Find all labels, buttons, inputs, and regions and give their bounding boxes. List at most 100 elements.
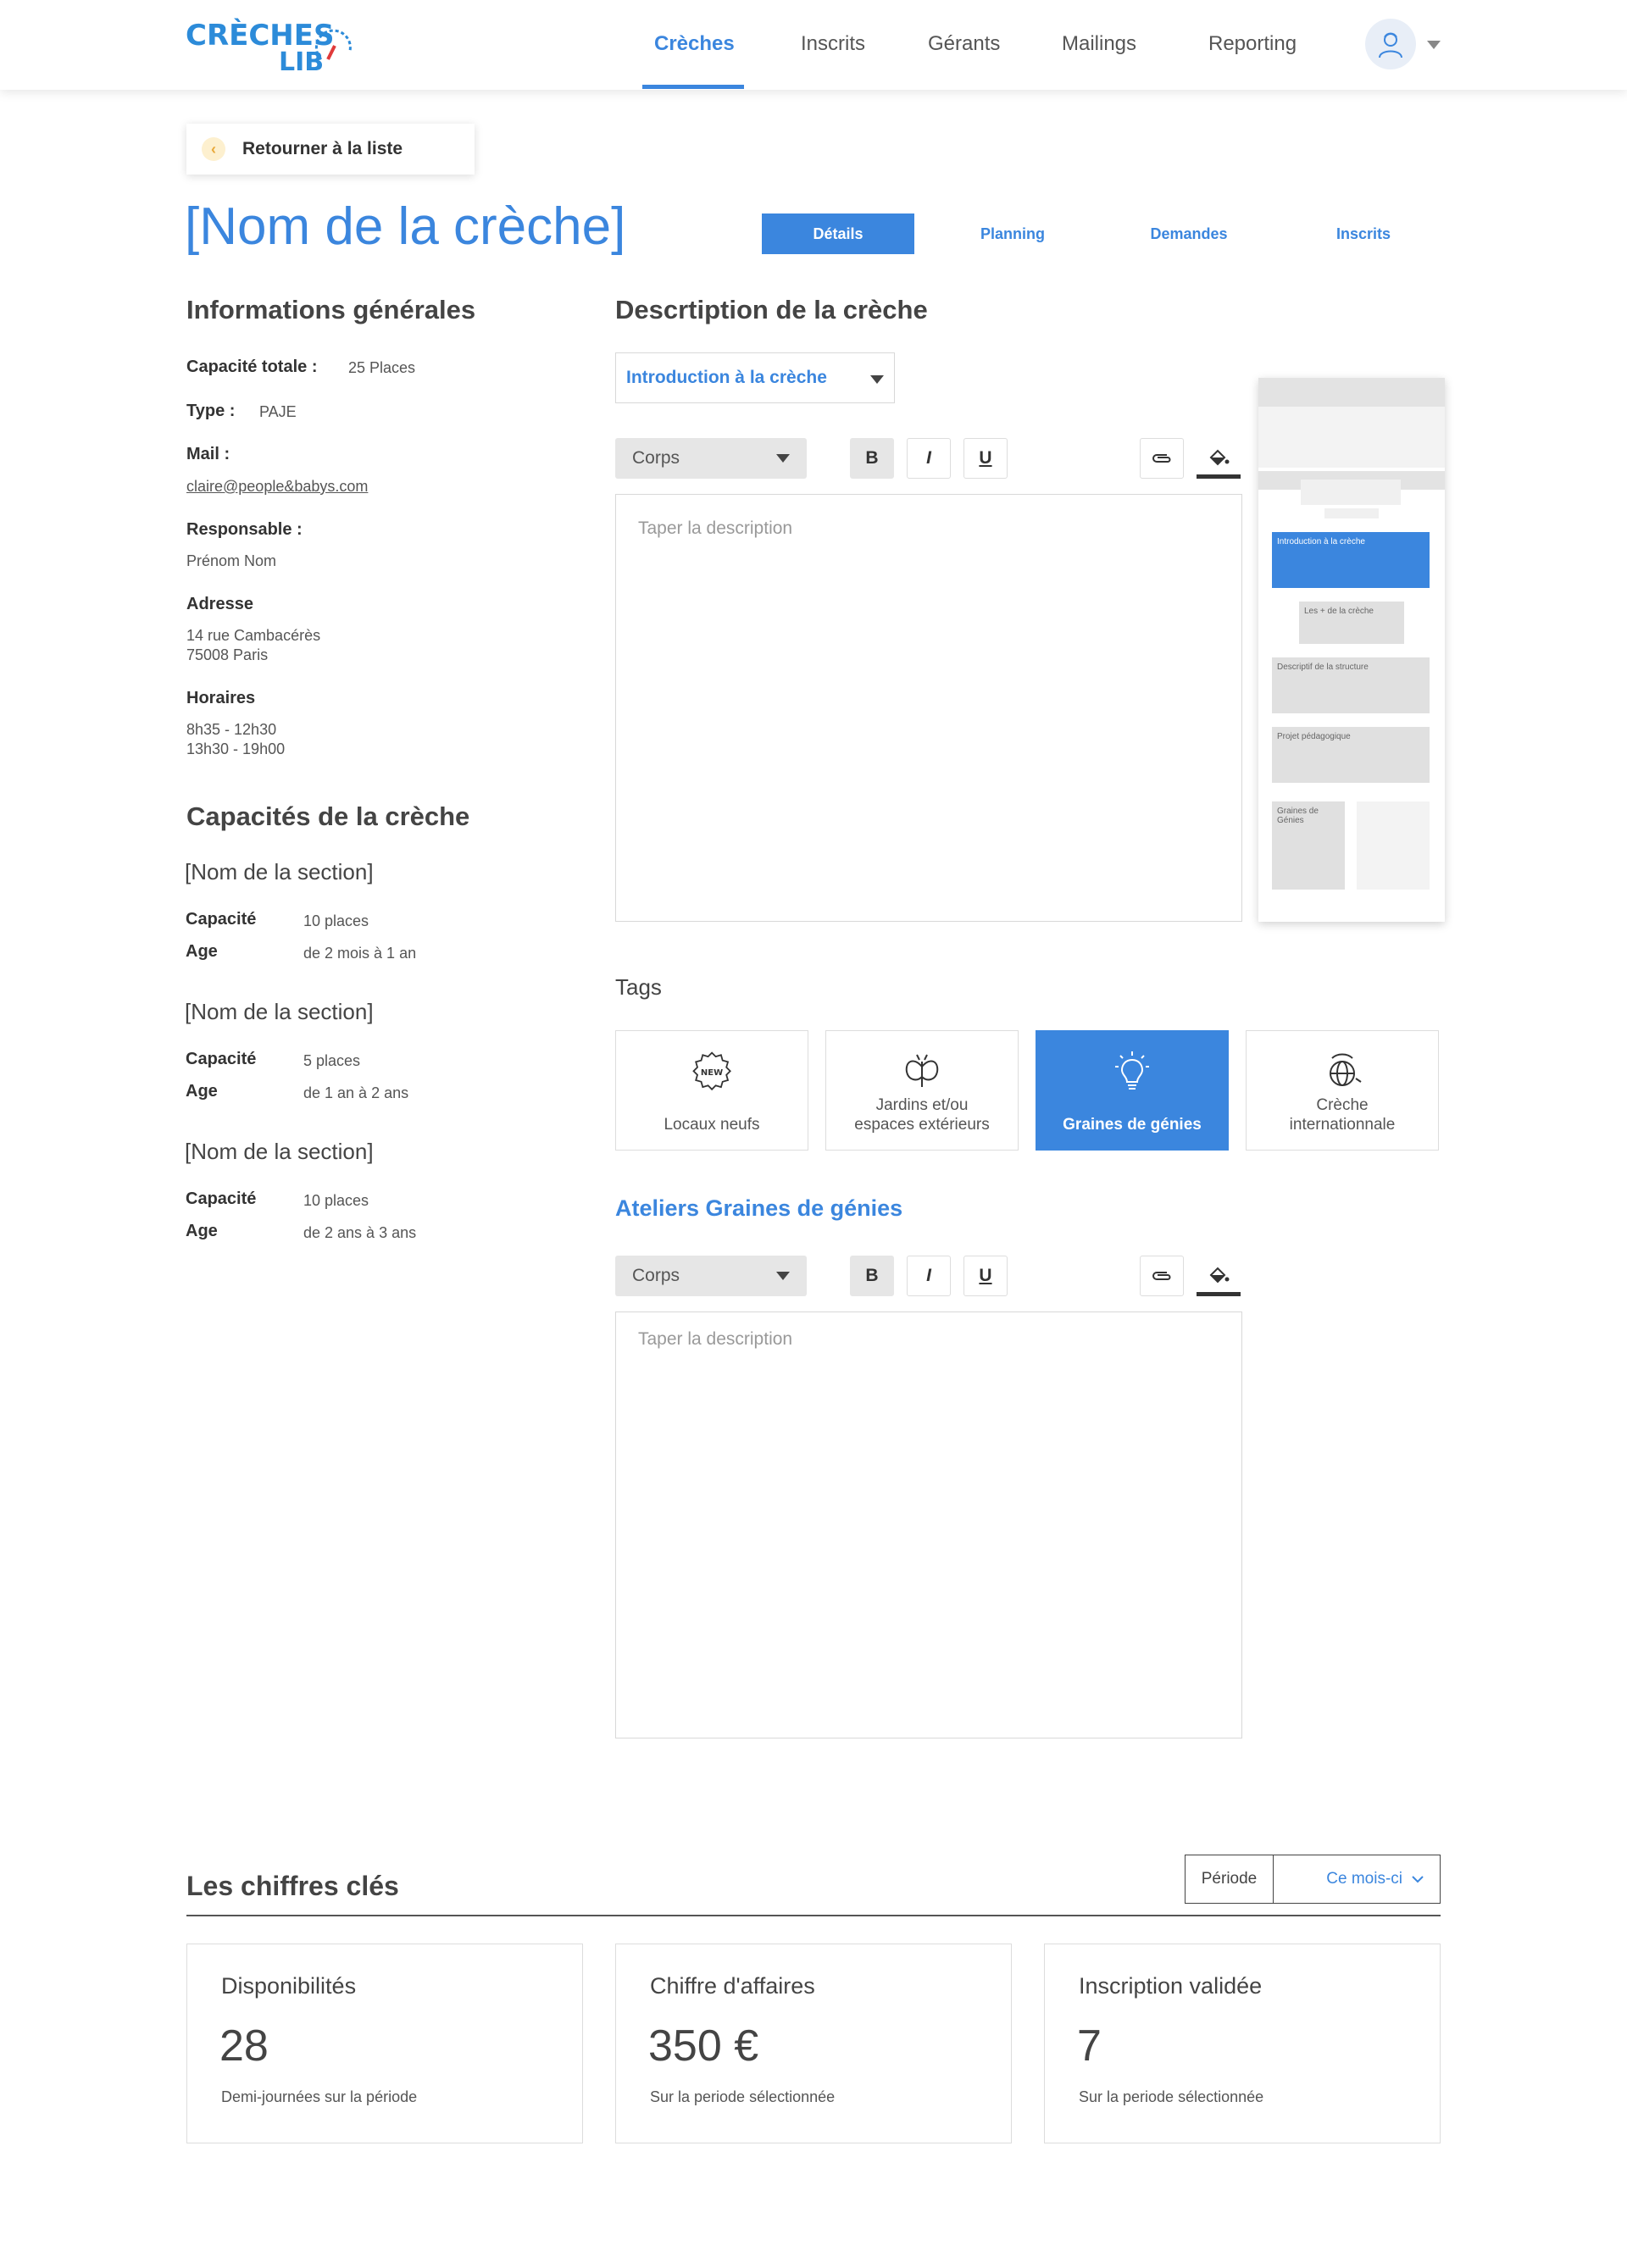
back-to-list-button[interactable]: ‹ Retourner à la liste (186, 124, 475, 175)
attach-button[interactable] (1140, 1256, 1184, 1296)
fill-color-button[interactable] (1197, 1256, 1241, 1296)
stat-value: 7 (1077, 2021, 1102, 2071)
description-editor[interactable]: Taper la description (615, 494, 1242, 922)
tag-label: Graines de génies (1063, 1116, 1202, 1134)
period-value: Ce mois-ci (1326, 1870, 1402, 1888)
atelier-editor[interactable]: Taper la description (615, 1311, 1242, 1738)
text-style-value: Corps (632, 448, 680, 468)
layout-preview: Introduction à la crèche Les + de la crè… (1258, 378, 1445, 922)
dropdown-arrow-icon (870, 375, 884, 384)
nav-inscrits[interactable]: Inscrits (801, 32, 865, 56)
address-line1: 14 rue Cambacérès (186, 627, 321, 644)
section-capacity-value: 5 places (303, 1052, 361, 1069)
tag-graines-de-genies[interactable]: Graines de génies (1036, 1030, 1229, 1151)
nav-creches[interactable]: Crèches (654, 32, 735, 56)
chevron-left-icon: ‹ (202, 137, 225, 161)
period-select[interactable]: Ce mois-ci (1274, 1855, 1440, 1903)
page-title: [Nom de la crèche] (185, 197, 626, 256)
tag-label: Jardins et/ou espaces extérieurs (854, 1096, 990, 1134)
section-age-value: de 1 an à 2 ans (303, 1084, 409, 1101)
stat-title: Disponibilités (221, 1973, 357, 1999)
nav-gerants[interactable]: Gérants (928, 32, 1000, 56)
fill-color-indicator (1197, 1292, 1241, 1296)
hours-line1: 8h35 - 12h30 (186, 721, 277, 738)
tab-planning[interactable]: Planning (939, 213, 1086, 254)
bold-button[interactable]: B (850, 438, 894, 479)
preview-block-empty (1357, 801, 1430, 890)
nav-mailings[interactable]: Mailings (1062, 32, 1136, 56)
svg-text:NEW: NEW (701, 1068, 723, 1078)
tab-demandes[interactable]: Demandes (1115, 213, 1263, 254)
speedometer-icon (314, 29, 352, 61)
butterfly-icon (905, 1054, 939, 1087)
section-capacity-label: Capacité (186, 910, 257, 929)
bold-button[interactable]: B (850, 1256, 894, 1296)
tag-locaux-neufs[interactable]: NEW Locaux neufs (615, 1030, 808, 1151)
address-label: Adresse (186, 595, 253, 613)
key-figures-heading: Les chiffres clés (186, 1871, 399, 1901)
section-age-label: Age (186, 1082, 218, 1101)
preview-block: Les + de la crèche (1299, 602, 1404, 644)
user-icon (1379, 32, 1402, 58)
preview-subtitle-block (1324, 508, 1379, 518)
app-logo[interactable]: CRÈCHES LIB (186, 15, 355, 77)
paperclip-icon (1152, 454, 1171, 463)
text-style-select[interactable]: Corps (615, 438, 807, 479)
attach-button[interactable] (1140, 438, 1184, 479)
tag-label: Crèche internationnale (1289, 1096, 1396, 1134)
text-style-select[interactable]: Corps (615, 1256, 807, 1296)
capacity-value: 25 Places (348, 359, 416, 376)
description-heading: Descrtiption de la crèche (615, 295, 928, 324)
section-capacity-label: Capacité (186, 1189, 257, 1208)
section-age-label: Age (186, 1222, 218, 1240)
section-age-value: de 2 mois à 1 an (303, 945, 417, 962)
manager-value: Prénom Nom (186, 552, 277, 569)
description-section-select[interactable]: Introduction à la crèche (615, 352, 895, 403)
capacities-heading: Capacités de la crèche (186, 801, 470, 831)
hours-line2: 13h30 - 19h00 (186, 740, 286, 757)
underline-button[interactable]: U (963, 1256, 1008, 1296)
top-header: CRÈCHES LIB Crèches Inscrits Gérants Mai… (0, 0, 1627, 90)
dropdown-arrow-icon (776, 1272, 790, 1280)
preview-block: Descriptif de la structure (1272, 657, 1430, 713)
new-badge-icon: NEW (692, 1051, 731, 1091)
stat-card-disponibilites: Disponibilités 28 Demi-journées sur la p… (186, 1944, 583, 2143)
nav-active-underline (642, 85, 744, 89)
mail-link[interactable]: claire@people&babys.com (186, 477, 368, 496)
stat-title: Chiffre d'affaires (650, 1973, 815, 1999)
paint-bucket-icon (1209, 1267, 1230, 1284)
section-capacity-value: 10 places (303, 912, 369, 929)
back-label: Retourner à la liste (242, 139, 403, 158)
description-placeholder: Taper la description (638, 518, 793, 538)
tab-inscrits[interactable]: Inscrits (1290, 213, 1437, 254)
section-age-value: de 2 ans à 3 ans (303, 1224, 417, 1241)
manager-label: Responsable : (186, 520, 303, 539)
stat-card-inscription: Inscription validée 7 Sur la periode sél… (1044, 1944, 1441, 2143)
atelier-placeholder: Taper la description (638, 1329, 793, 1349)
stat-value: 28 (219, 2021, 269, 2071)
description-section-value: Introduction à la crèche (626, 368, 827, 387)
nav-reporting[interactable]: Reporting (1208, 32, 1297, 56)
text-style-value: Corps (632, 1266, 680, 1285)
italic-button[interactable]: I (907, 438, 951, 479)
capacity-label: Capacité totale : (186, 358, 318, 376)
user-avatar[interactable] (1365, 19, 1416, 69)
dropdown-arrow-icon (776, 454, 790, 463)
fill-color-button[interactable] (1197, 438, 1241, 479)
section-name: [Nom de la section] (185, 999, 374, 1024)
paint-bucket-icon (1209, 449, 1230, 466)
tag-creche-internationnale[interactable]: Crèche internationnale (1246, 1030, 1439, 1151)
tag-jardins[interactable]: Jardins et/ou espaces extérieurs (825, 1030, 1019, 1151)
stat-subtitle: Sur la periode sélectionnée (650, 2088, 836, 2105)
user-menu-caret-icon[interactable] (1427, 41, 1441, 49)
section-age-label: Age (186, 942, 218, 961)
preview-header-bar (1258, 378, 1445, 407)
italic-button[interactable]: I (907, 1256, 951, 1296)
hours-label: Horaires (186, 689, 256, 707)
chevron-down-icon (1412, 1876, 1424, 1883)
underline-button[interactable]: U (963, 438, 1008, 479)
lightbulb-icon (1115, 1051, 1149, 1090)
period-filter[interactable]: Période Ce mois-ci (1185, 1855, 1441, 1904)
address-line2: 75008 Paris (186, 646, 269, 663)
tab-details[interactable]: Détails (762, 213, 914, 254)
